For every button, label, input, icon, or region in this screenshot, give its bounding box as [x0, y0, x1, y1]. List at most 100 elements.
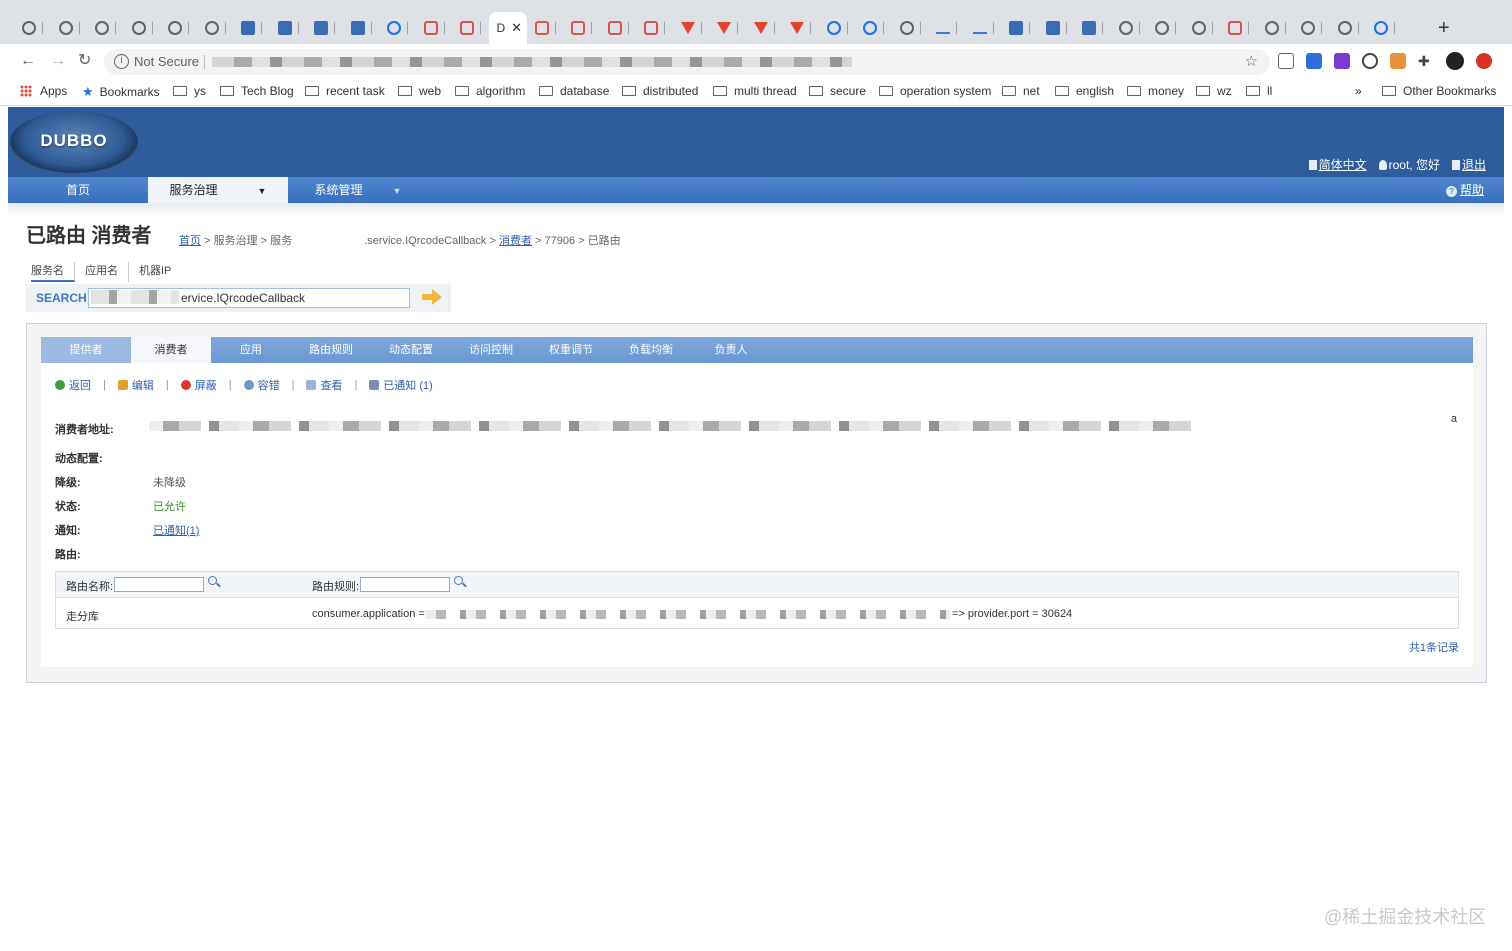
browser-tab[interactable] — [746, 12, 782, 44]
bookmark-web[interactable]: web — [398, 84, 441, 98]
puzzle-extensions-icon[interactable]: ✚ — [1418, 53, 1434, 69]
jetbrains-extension-icon[interactable] — [1334, 53, 1350, 69]
browser-tab[interactable] — [1038, 12, 1074, 44]
word-extension-icon[interactable] — [1306, 53, 1322, 69]
browser-tab[interactable] — [270, 12, 306, 44]
bookmark-star-icon[interactable]: ☆ — [1245, 52, 1258, 70]
bookmark-money[interactable]: money — [1127, 84, 1184, 98]
notify-link[interactable]: 已通知(1) — [153, 522, 199, 538]
browser-tab[interactable] — [51, 12, 87, 44]
browser-tab[interactable] — [782, 12, 818, 44]
browser-tab[interactable] — [306, 12, 342, 44]
browser-tab[interactable] — [197, 12, 233, 44]
tab-owner[interactable]: 负责人 — [691, 337, 771, 363]
search-tab-ip[interactable]: 机器IP — [139, 262, 181, 282]
extension-icon[interactable] — [1362, 53, 1378, 69]
browser-tab[interactable] — [1147, 12, 1183, 44]
bookmark-algorithm[interactable]: algorithm — [455, 84, 525, 98]
search-tab-service[interactable]: 服务名 — [31, 262, 75, 282]
notified-action[interactable]: 已通知 (1) — [369, 377, 433, 393]
new-tab-button[interactable]: + — [1438, 18, 1450, 38]
logout-link[interactable]: 退出 — [1451, 156, 1486, 173]
update-extension-icon[interactable] — [1476, 53, 1492, 69]
browser-tab[interactable] — [892, 12, 928, 44]
browser-tab[interactable] — [124, 12, 160, 44]
menu-service-governance[interactable]: 服务治理 ▼ — [148, 177, 288, 203]
menu-system-management[interactable]: 系统管理 ▼ — [288, 177, 428, 203]
browser-tab[interactable] — [1257, 12, 1293, 44]
bookmark-ys[interactable]: ys — [173, 84, 206, 98]
browser-tab[interactable] — [636, 12, 672, 44]
tab-access-control[interactable]: 访问控制 — [451, 337, 531, 363]
bookmark-apps[interactable]: Apps — [20, 84, 67, 98]
browser-tab[interactable] — [233, 12, 269, 44]
browser-tab[interactable] — [600, 12, 636, 44]
route-rule-filter-input[interactable] — [360, 577, 450, 592]
address-bar[interactable]: i Not Secure ☆ — [104, 49, 1270, 75]
browser-tab[interactable] — [379, 12, 415, 44]
browser-tab[interactable] — [1366, 12, 1402, 44]
bookmark-bookmarks[interactable]: ★ Bookmarks — [82, 84, 160, 100]
tab-providers[interactable]: 提供者 — [41, 337, 131, 363]
tab-consumers[interactable]: 消费者 — [131, 337, 211, 363]
browser-tab[interactable] — [343, 12, 379, 44]
orange-extension-icon[interactable] — [1390, 53, 1406, 69]
fault-tolerance-action[interactable]: 容错 — [243, 377, 280, 393]
search-go-arrow-icon[interactable] — [422, 289, 444, 305]
bookmark-database[interactable]: database — [539, 84, 609, 98]
other-bookmarks[interactable]: Other Bookmarks — [1382, 84, 1496, 98]
profile-avatar[interactable] — [1446, 52, 1464, 70]
reload-icon[interactable]: ↻ — [78, 52, 91, 70]
bookmarks-overflow-button[interactable]: » — [1355, 84, 1362, 98]
browser-tab[interactable] — [928, 12, 964, 44]
browser-tab[interactable] — [1293, 12, 1329, 44]
browser-tab[interactable] — [563, 12, 599, 44]
breadcrumb-home[interactable]: 首页 — [179, 235, 201, 247]
bookmark-multi-thread[interactable]: multi thread — [713, 84, 797, 98]
browser-tab-active[interactable]: D ✕ — [488, 12, 527, 44]
browser-tab[interactable] — [709, 12, 745, 44]
help-link[interactable]: ? 帮助 — [1445, 177, 1484, 203]
browser-tab[interactable] — [87, 12, 123, 44]
bookmark-net[interactable]: net — [1002, 84, 1040, 98]
browser-tab[interactable] — [1111, 12, 1147, 44]
browser-tab[interactable] — [965, 12, 1001, 44]
bookmark-wz[interactable]: wz — [1196, 84, 1232, 98]
browser-tab[interactable] — [416, 12, 452, 44]
breadcrumb-consumer[interactable]: 消费者 — [499, 235, 532, 247]
back-action[interactable]: 返回 — [55, 377, 91, 393]
language-link[interactable]: 简体中文 — [1308, 156, 1367, 173]
search-input[interactable]: ervice.IQrcodeCallback — [88, 288, 410, 308]
tab-routes[interactable]: 路由规则 — [291, 337, 371, 363]
search-icon[interactable] — [208, 576, 217, 585]
browser-tab[interactable] — [1330, 12, 1366, 44]
menu-home[interactable]: 首页 — [8, 177, 148, 203]
tab-load-balance[interactable]: 负载均衡 — [611, 337, 691, 363]
tab-weight[interactable]: 权重调节 — [531, 337, 611, 363]
view-action[interactable]: 查看 — [306, 377, 342, 393]
browser-tab[interactable] — [673, 12, 709, 44]
browser-tab[interactable] — [14, 12, 50, 44]
search-icon[interactable] — [454, 576, 463, 585]
browser-tab[interactable] — [1074, 12, 1110, 44]
bookmark-secure[interactable]: secure — [809, 84, 866, 98]
browser-tab[interactable] — [527, 12, 563, 44]
tab-dynamic-config[interactable]: 动态配置 — [371, 337, 451, 363]
bookmark-operation-system[interactable]: operation system — [879, 84, 991, 98]
back-arrow-icon[interactable]: ← — [20, 52, 36, 70]
search-tab-application[interactable]: 应用名 — [85, 262, 129, 282]
shield-extension-icon[interactable] — [1278, 53, 1294, 69]
bookmark-english[interactable]: english — [1055, 84, 1114, 98]
dubbo-logo[interactable]: DUBBO — [10, 111, 138, 173]
browser-tab[interactable] — [160, 12, 196, 44]
browser-tab[interactable] — [452, 12, 488, 44]
close-tab-icon[interactable]: ✕ — [511, 20, 522, 36]
edit-action[interactable]: 编辑 — [117, 377, 154, 393]
forward-arrow-icon[interactable]: → — [50, 52, 66, 70]
info-icon[interactable]: i — [114, 54, 129, 69]
bookmark-tech-blog[interactable]: Tech Blog — [220, 84, 294, 98]
block-action[interactable]: 屏蔽 — [180, 377, 217, 393]
bookmark-recent-task[interactable]: recent task — [305, 84, 385, 98]
bookmark-distributed[interactable]: distributed — [622, 84, 698, 98]
browser-tab[interactable] — [855, 12, 891, 44]
